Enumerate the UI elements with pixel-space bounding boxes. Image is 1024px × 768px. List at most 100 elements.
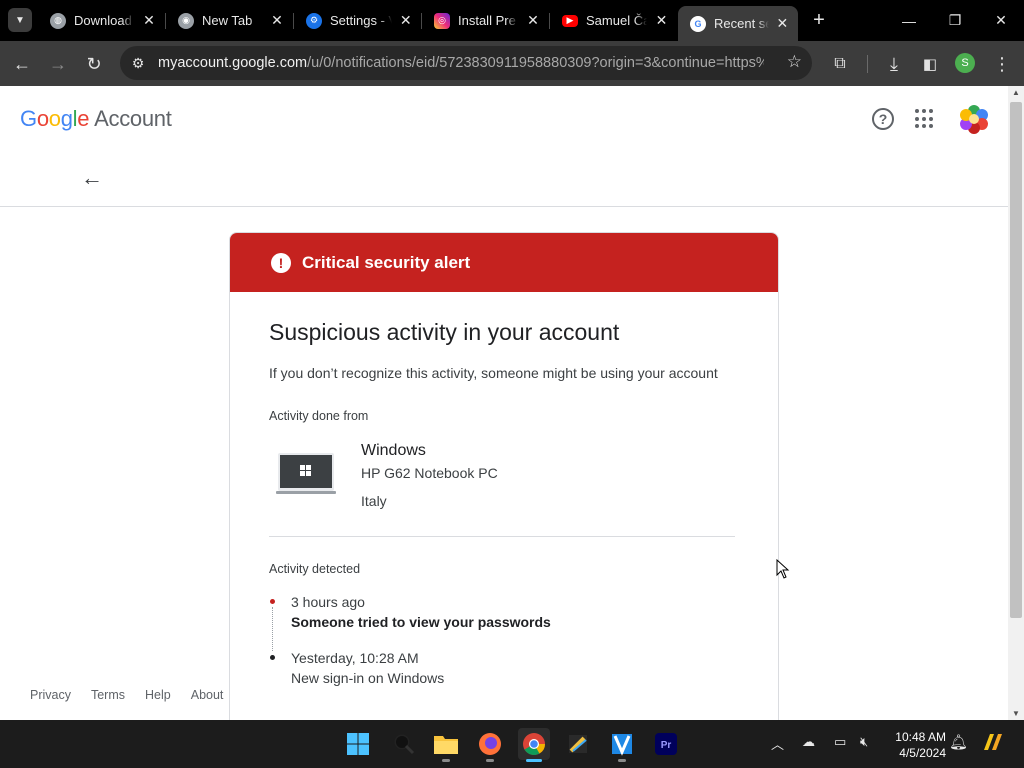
youtube-icon: ▶ xyxy=(562,14,578,27)
bookmark-star-icon[interactable]: ☆ xyxy=(787,52,802,72)
security-alert-card: ! Critical security alert Suspicious act… xyxy=(229,232,779,720)
device-os: Windows xyxy=(361,442,426,459)
chrome-icon xyxy=(523,733,545,755)
notifications-bell-icon[interactable]: 🔔︎ xyxy=(949,733,968,751)
scroll-down-icon[interactable]: ▼ xyxy=(1012,709,1020,718)
tab-youtube[interactable]: ▶ Samuel Ča ✕ xyxy=(550,0,678,41)
url-host: myaccount.google.com xyxy=(158,55,308,71)
url-path: /u/0/notifications/eid/57238309119588803… xyxy=(307,55,764,71)
footer-link-about[interactable]: About xyxy=(191,688,224,702)
chevron-up-icon: ︿ xyxy=(771,737,785,752)
windows-taskbar: Pr ︿ ☁ ▭ 🔇︎ 10:48 AM 4/5/2024 🔔︎ xyxy=(0,720,1024,768)
plus-icon: + xyxy=(813,8,825,31)
menu-button[interactable]: ⋮ xyxy=(988,50,1016,78)
scrollbar-thumb[interactable] xyxy=(1010,102,1022,618)
mouse-cursor-icon xyxy=(776,559,790,579)
event-time: 3 hours ago xyxy=(291,594,365,610)
taskbar-pencil-app[interactable] xyxy=(562,728,594,760)
close-icon[interactable]: ✕ xyxy=(775,15,790,33)
tab-new-tab[interactable]: ◉ New Tab ✕ xyxy=(166,0,294,41)
toolbar-divider xyxy=(867,55,868,73)
start-button[interactable] xyxy=(342,728,374,760)
taskbar-search-button[interactable] xyxy=(388,728,420,760)
volume-muted-icon[interactable]: 🔇︎ xyxy=(860,734,868,750)
tab-settings[interactable]: ⚙ Settings - V ✕ xyxy=(294,0,422,41)
reload-button[interactable]: ↻ xyxy=(80,50,108,78)
show-hidden-icons-button[interactable]: ︿ xyxy=(771,734,784,753)
footer-link-terms[interactable]: Terms xyxy=(91,688,125,702)
chevron-down-icon: ▼ xyxy=(15,14,25,26)
google-icon: G xyxy=(690,15,706,32)
extensions-button[interactable]: ⧉ xyxy=(826,50,854,78)
arrow-left-icon: ← xyxy=(81,165,103,190)
taskbar-chrome[interactable] xyxy=(518,728,550,762)
help-icon[interactable]: ? xyxy=(872,108,894,130)
clock-time: 10:48 AM xyxy=(895,730,946,744)
premiere-pro-icon: Pr xyxy=(655,733,677,755)
onedrive-icon[interactable]: ☁ xyxy=(802,734,815,750)
profile-avatar[interactable]: S xyxy=(955,53,975,73)
taskbar-file-explorer[interactable] xyxy=(430,728,462,762)
laptop-windows-icon xyxy=(276,453,336,494)
tab-title: New Tab xyxy=(202,13,253,28)
timeline-dot xyxy=(270,655,275,660)
minimize-button[interactable]: — xyxy=(886,0,932,41)
windows-logo-icon xyxy=(347,733,369,755)
google-account-logo[interactable]: Google Account xyxy=(20,106,172,132)
alert-exclamation-icon: ! xyxy=(271,252,291,273)
tab-title: Recent sec xyxy=(714,16,769,31)
timeline-dot-alert xyxy=(270,599,275,604)
account-label: Account xyxy=(94,106,172,131)
tab-strip: ▼ ◍ Download ✕ ◉ New Tab ✕ ⚙ Settings - … xyxy=(0,0,1024,41)
download-icon: ⤓ xyxy=(890,53,898,74)
footer-link-privacy[interactable]: Privacy xyxy=(30,688,71,702)
tab-install[interactable]: ◎ Install Pre ✕ xyxy=(422,0,550,41)
site-settings-icon[interactable]: ⚙ xyxy=(128,55,148,72)
tab-download[interactable]: ◍ Download ✕ xyxy=(38,0,166,41)
puzzle-icon: ⧉ xyxy=(834,55,846,72)
url-text[interactable]: myaccount.google.com/u/0/notifications/e… xyxy=(158,55,764,71)
scroll-up-icon[interactable]: ▲ xyxy=(1012,88,1020,97)
google-apps-icon[interactable] xyxy=(915,109,935,129)
taskbar-premiere[interactable]: Pr xyxy=(650,728,682,760)
account-avatar[interactable] xyxy=(958,103,990,135)
taskbar-clock[interactable]: 10:48 AM 4/5/2024 xyxy=(884,729,946,761)
instagram-icon: ◎ xyxy=(434,12,450,29)
close-icon[interactable]: ✕ xyxy=(268,12,286,30)
event-time: Yesterday, 10:28 AM xyxy=(291,650,419,666)
side-panel-icon: ◧ xyxy=(922,56,938,73)
event-description: Someone tried to view your passwords xyxy=(291,614,551,630)
side-panel-button[interactable]: ◧ xyxy=(916,50,944,78)
downloads-button[interactable]: ⤓ xyxy=(880,50,908,78)
tab-recent-security[interactable]: G Recent sec ✕ xyxy=(678,6,798,41)
timeline-connector xyxy=(272,607,273,651)
taskbar-firefox[interactable] xyxy=(474,728,506,762)
address-bar[interactable]: ⚙ myaccount.google.com/u/0/notifications… xyxy=(120,46,812,80)
settings-gear-icon: ⚙ xyxy=(306,12,322,29)
network-icon[interactable]: ▭ xyxy=(834,734,846,750)
new-tab-button[interactable]: + xyxy=(808,9,830,31)
page-back-button[interactable]: ← xyxy=(80,165,104,190)
close-window-button[interactable]: ✕ xyxy=(978,0,1024,41)
header-divider xyxy=(0,206,1008,207)
close-icon[interactable]: ✕ xyxy=(398,12,414,30)
back-button[interactable]: ← xyxy=(8,50,36,78)
tab-title: Install Pre xyxy=(458,13,516,28)
tab-search-button[interactable]: ▼ xyxy=(8,8,32,32)
footer-link-help[interactable]: Help xyxy=(145,688,171,702)
close-icon[interactable]: ✕ xyxy=(653,12,670,30)
google-account-header: Google Account ? xyxy=(0,86,1008,150)
tab-title: Samuel Ča xyxy=(586,13,647,28)
restore-icon: ❐ xyxy=(948,12,962,28)
device-model: HP G62 Notebook PC xyxy=(361,465,498,481)
forward-button[interactable]: → xyxy=(44,50,72,78)
close-icon[interactable]: ✕ xyxy=(524,12,542,30)
restore-button[interactable]: ❐ xyxy=(932,0,978,41)
vertical-scrollbar[interactable]: ▲ ▼ xyxy=(1008,86,1024,720)
close-icon[interactable]: ✕ xyxy=(140,12,158,30)
search-icon xyxy=(394,734,415,755)
tab-title: Settings - V xyxy=(330,13,392,28)
chrome-icon: ◉ xyxy=(178,12,194,29)
taskbar-capcut[interactable] xyxy=(606,728,638,762)
copilot-icon[interactable] xyxy=(980,730,1004,757)
